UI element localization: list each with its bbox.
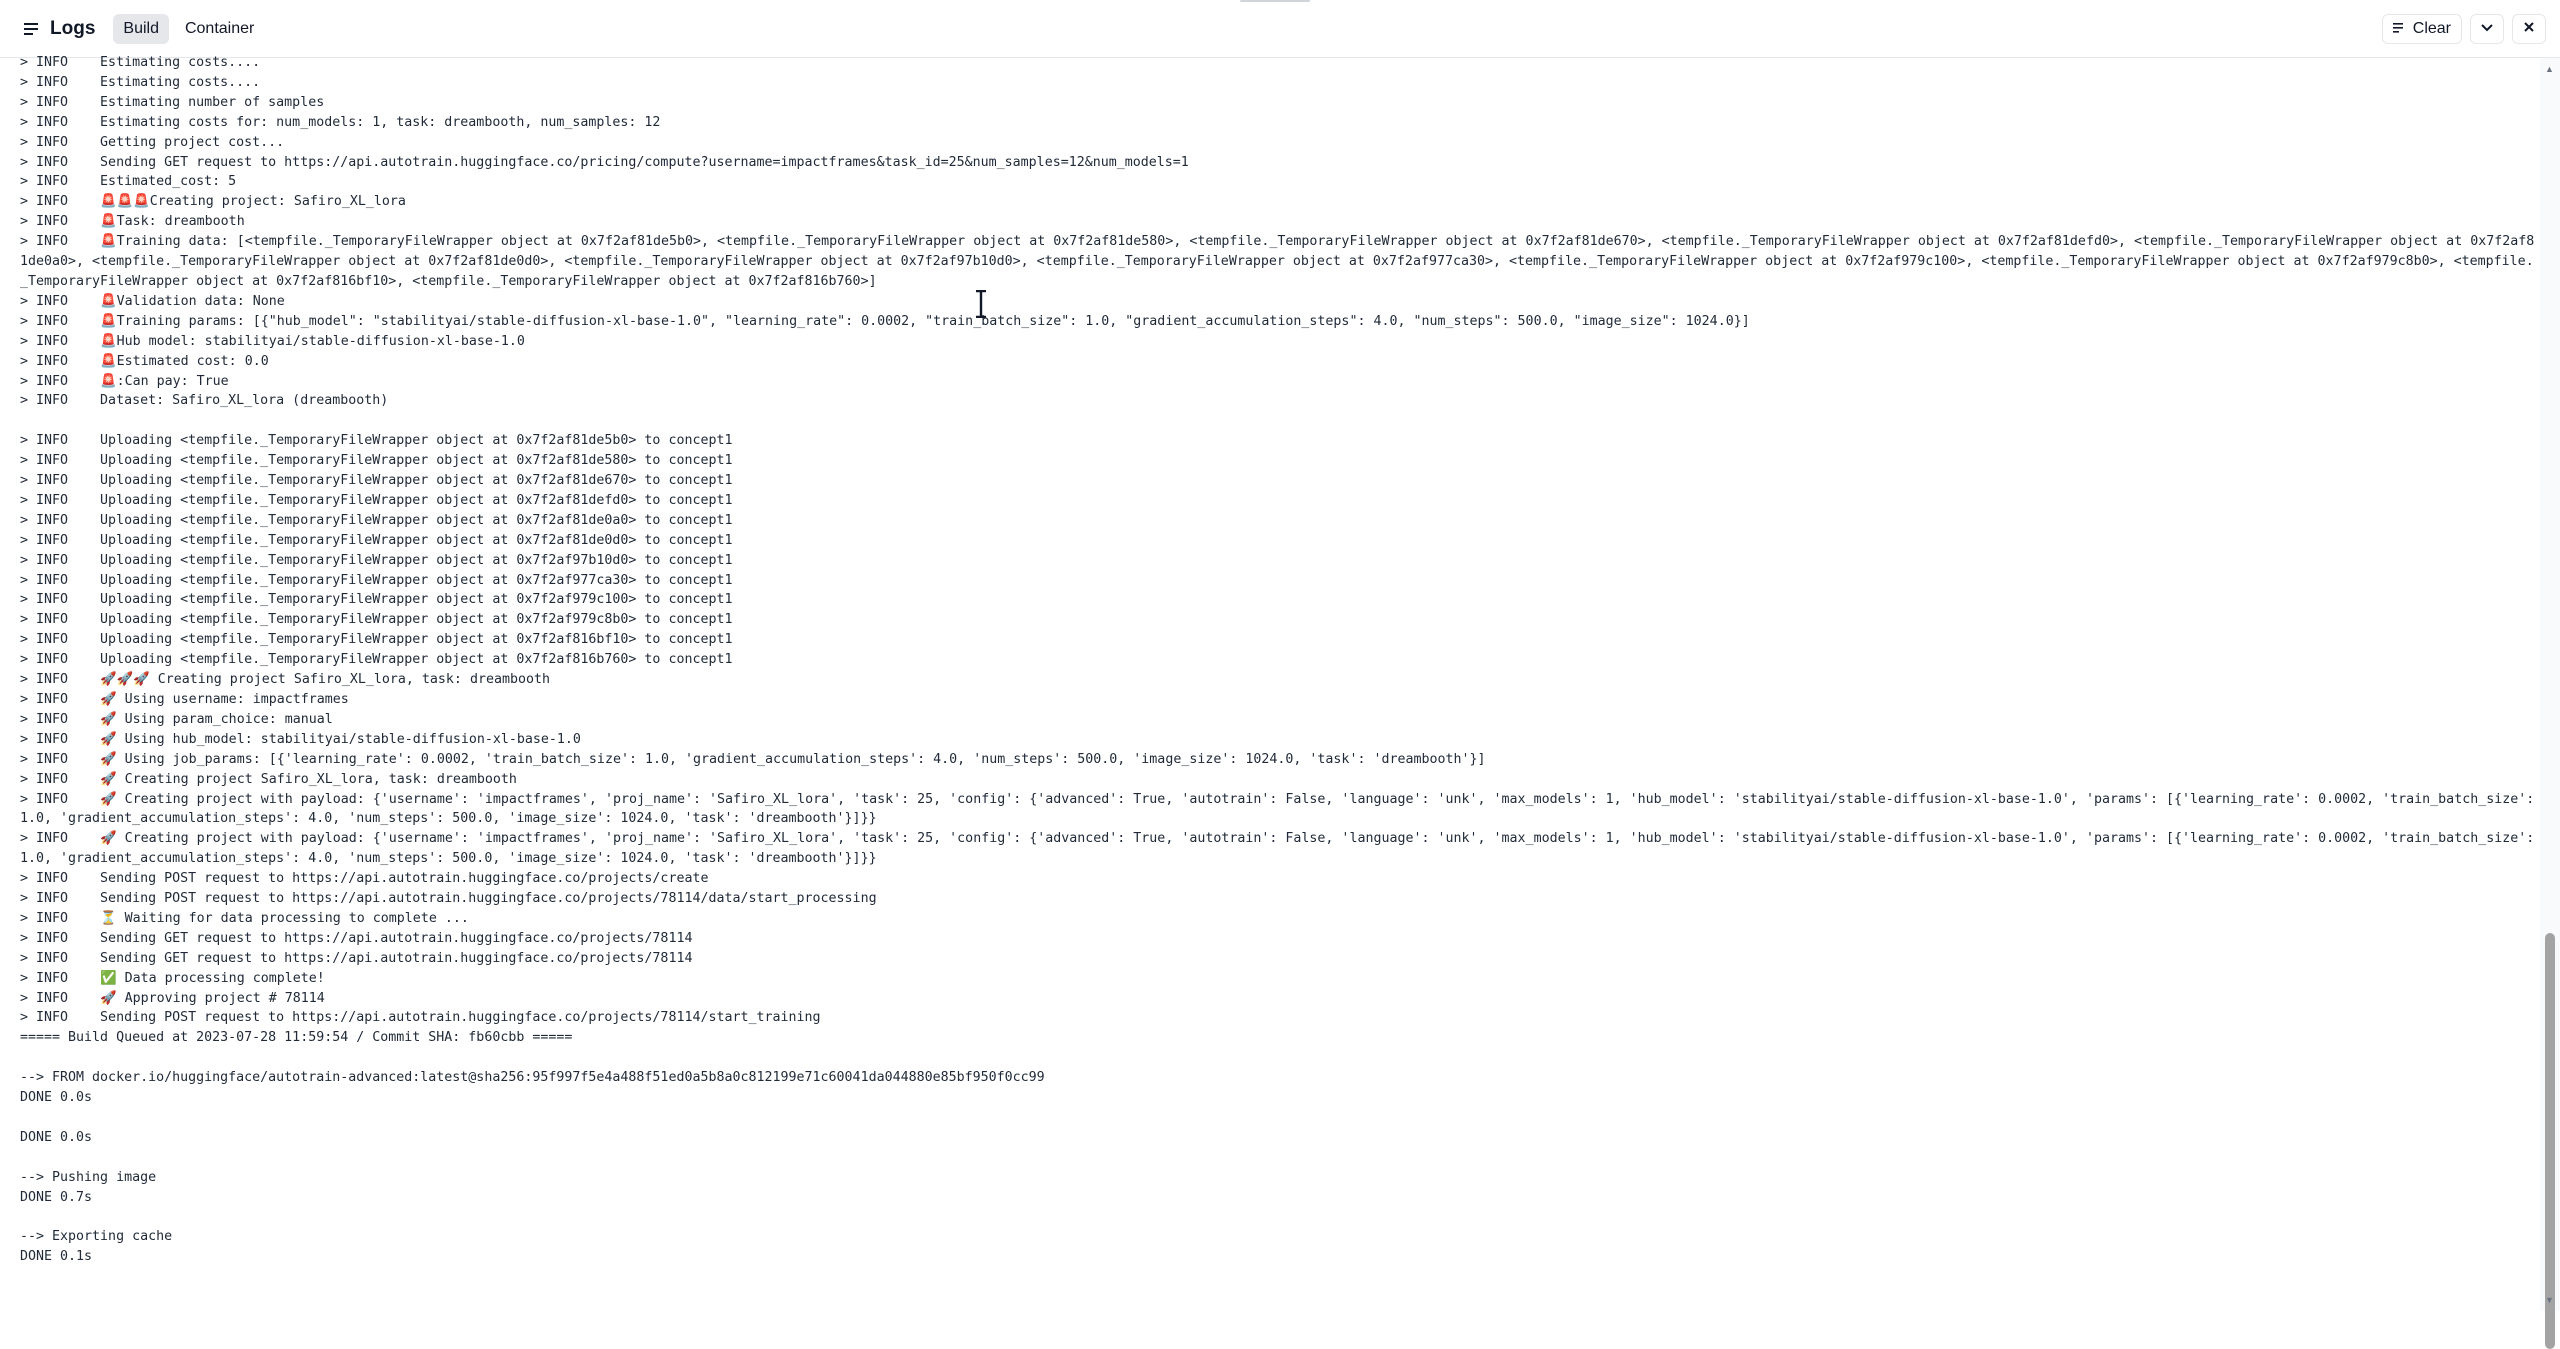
log-line: > INFO Dataset: Safiro_XL_lora (dreamboo…: [20, 393, 389, 409]
log-line: > INFO 🚨:Can pay: True: [20, 373, 229, 389]
log-line: > INFO Uploading <tempfile._TemporaryFil…: [20, 552, 733, 568]
log-line: > INFO Sending POST request to https://a…: [20, 891, 877, 907]
log-line: > INFO Getting project cost...: [20, 134, 285, 150]
log-line: > INFO Estimating costs....: [20, 74, 261, 90]
log-line: > INFO 🚨Hub model: stabilityai/stable-di…: [20, 333, 525, 349]
log-line: ===== Build Queued at 2023-07-28 11:59:5…: [20, 1030, 573, 1046]
log-line: > INFO 🚀 Using hub_model: stabilityai/st…: [20, 731, 581, 747]
scroll-up-icon[interactable]: ▲: [2545, 64, 2554, 74]
log-line: > INFO 🚀 Approving project # 78114: [20, 990, 325, 1006]
log-line: > INFO Estimating number of samples: [20, 94, 325, 110]
log-line: > INFO 🚀 Creating project Safiro_XL_lora…: [20, 771, 517, 787]
header-actions: Clear: [2381, 14, 2546, 44]
scroll-down-icon[interactable]: ▼: [2545, 1295, 2554, 1305]
drag-handle[interactable]: [1240, 0, 1310, 2]
log-line: > INFO Uploading <tempfile._TemporaryFil…: [20, 632, 733, 648]
log-line: > INFO Sending POST request to https://a…: [20, 1010, 821, 1026]
log-line: > INFO Uploading <tempfile._TemporaryFil…: [20, 592, 733, 608]
log-line: > INFO 🚀 Using param_choice: manual: [20, 711, 333, 727]
log-line: > INFO Uploading <tempfile._TemporaryFil…: [20, 433, 733, 449]
tab-build[interactable]: Build: [113, 13, 169, 44]
log-line: > INFO Uploading <tempfile._TemporaryFil…: [20, 453, 733, 469]
log-line: > INFO 🚀🚀🚀 Creating project Safiro_XL_lo…: [20, 672, 550, 688]
close-button[interactable]: [2512, 14, 2546, 44]
chevron-down-icon: [2480, 20, 2494, 38]
log-line: > INFO 🚀 Creating project with payload: …: [20, 791, 2535, 827]
log-line: > INFO Sending GET request to https://ap…: [20, 930, 693, 946]
log-line: > INFO 🚀 Using username: impactframes: [20, 691, 349, 707]
log-line: DONE 0.7s: [20, 1189, 93, 1205]
log-line: --> FROM docker.io/huggingface/autotrain…: [20, 1070, 1045, 1086]
close-icon: [2523, 20, 2535, 38]
log-line: > INFO Uploading <tempfile._TemporaryFil…: [20, 492, 733, 508]
log-line: --> Pushing image: [20, 1169, 157, 1185]
log-line: > INFO 🚨Training data: [<tempfile._Tempo…: [20, 234, 2535, 289]
list-icon: [22, 19, 42, 39]
log-line: > INFO Uploading <tempfile._TemporaryFil…: [20, 652, 733, 668]
log-line: > INFO 🚨Estimated cost: 0.0: [20, 353, 269, 369]
log-line: > INFO Uploading <tempfile._TemporaryFil…: [20, 532, 733, 548]
log-output[interactable]: > INFO Estimating costs.... > INFO Estima…: [20, 53, 2540, 1305]
log-line: > INFO 🚨🚨🚨Creating project: Safiro_XL_lo…: [20, 194, 406, 210]
log-line: DONE 0.1s: [20, 1249, 93, 1265]
clear-list-icon: [2392, 21, 2407, 37]
clear-button[interactable]: Clear: [2381, 14, 2462, 44]
text-cursor-icon: [976, 290, 986, 318]
log-line: > INFO 🚨Training params: [{"hub_model": …: [20, 313, 1750, 329]
log-line: > INFO Uploading <tempfile._TemporaryFil…: [20, 512, 733, 528]
log-line: > INFO 🚨Validation data: None: [20, 293, 285, 309]
log-line: > INFO ⏳ Waiting for data processing to …: [20, 910, 469, 926]
log-scrollbar[interactable]: ▲ ▼: [2540, 58, 2560, 1349]
scrollbar-thumb[interactable]: [2545, 933, 2555, 1349]
log-line: --> Exporting cache: [20, 1229, 173, 1245]
log-line: > INFO Sending POST request to https://a…: [20, 871, 709, 887]
log-line: > INFO Uploading <tempfile._TemporaryFil…: [20, 473, 733, 489]
clear-label: Clear: [2412, 20, 2451, 37]
tab-container[interactable]: Container: [175, 14, 264, 44]
page-title: Logs: [50, 17, 96, 39]
log-line: > INFO Estimated_cost: 5: [20, 174, 237, 190]
log-line: > INFO ✅ Data processing complete!: [20, 970, 325, 986]
log-line: DONE 0.0s: [20, 1090, 93, 1106]
log-line: > INFO 🚀 Using job_params: [{'learning_r…: [20, 751, 1486, 767]
log-line: > INFO Estimating costs....: [20, 55, 261, 70]
log-line: > INFO Sending GET request to https://ap…: [20, 950, 693, 966]
log-line: DONE 0.0s: [20, 1129, 93, 1145]
log-line: > INFO Sending GET request to https://ap…: [20, 154, 1189, 170]
log-line: > INFO Uploading <tempfile._TemporaryFil…: [20, 572, 733, 588]
collapse-button[interactable]: [2470, 14, 2504, 44]
log-line: > INFO Uploading <tempfile._TemporaryFil…: [20, 612, 733, 628]
log-line: > INFO 🚨Task: dreambooth: [20, 214, 245, 230]
logs-header: Logs Build Container Clear: [0, 0, 2560, 58]
log-line: > INFO 🚀 Creating project with payload: …: [20, 831, 2535, 867]
log-line: > INFO Estimating costs for: num_models:…: [20, 114, 661, 130]
